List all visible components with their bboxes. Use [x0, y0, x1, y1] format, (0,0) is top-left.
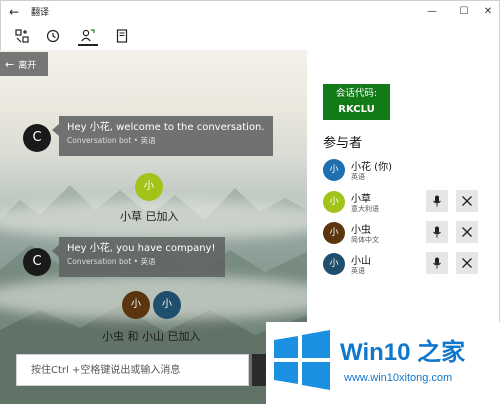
- close-icon: [462, 196, 472, 206]
- participant-row: 小 小草 意大利语: [307, 188, 500, 218]
- participant-language: 英语: [351, 267, 365, 275]
- participant-name: 小山: [351, 256, 371, 267]
- microphone-icon: [433, 195, 441, 207]
- participant-avatar: 小: [323, 222, 345, 244]
- watermark: Win10 之家 www.win10xitong.com: [266, 322, 500, 404]
- participant-language: 意大利语: [351, 205, 379, 213]
- message-sender: Conversation bot • 英语: [67, 136, 156, 145]
- participant-name: 小花 (你): [351, 162, 392, 173]
- close-icon: [462, 258, 472, 268]
- translate-icon[interactable]: [12, 26, 32, 46]
- mute-microphone-button[interactable]: [426, 252, 448, 274]
- conversation-code-label: 会话代码:: [335, 88, 378, 99]
- leave-button[interactable]: ← 离开: [0, 52, 48, 76]
- conversation-icon[interactable]: [78, 26, 98, 46]
- participant-avatar: 小: [122, 291, 150, 319]
- remove-participant-button[interactable]: [456, 252, 478, 274]
- participant-name: 小虫: [351, 225, 371, 236]
- mute-microphone-button[interactable]: [426, 190, 448, 212]
- maximize-icon[interactable]: ☐: [453, 3, 475, 21]
- message-text: Hey 小花, you have company!: [67, 243, 216, 254]
- phrasebook-icon[interactable]: [112, 26, 132, 46]
- conversation-code: 会话代码: RKCLU: [323, 84, 390, 120]
- watermark-brand: Win10 之家: [340, 339, 466, 366]
- watermark-url: www.win10xitong.com: [344, 372, 453, 384]
- windows-logo-icon: [274, 330, 330, 390]
- join-notice: 小草 已加入: [120, 210, 179, 223]
- bot-avatar: C: [23, 124, 51, 152]
- chat-message: Hey 小花, you have company! Conversation b…: [52, 237, 225, 277]
- participant-avatar: 小: [323, 159, 345, 181]
- message-text: Hey 小花, welcome to the conversation.: [67, 122, 265, 133]
- microphone-icon: [433, 257, 441, 269]
- back-icon[interactable]: ←: [5, 3, 23, 21]
- message-input-box: [16, 354, 249, 386]
- participant-avatar: 小: [135, 173, 163, 201]
- close-icon[interactable]: ✕: [477, 3, 499, 21]
- title-bar: ← 翻译 — ☐ ✕: [0, 0, 500, 22]
- join-notice: 小虫 和 小山 已加入: [102, 330, 201, 343]
- participant-avatar: 小: [323, 191, 345, 213]
- participant-language: 英语: [351, 173, 365, 181]
- remove-participant-button[interactable]: [456, 190, 478, 212]
- participants-heading: 参与者: [323, 136, 363, 151]
- mute-microphone-button[interactable]: [426, 221, 448, 243]
- app-toolbar: [0, 22, 500, 50]
- participant-name: 小草: [351, 194, 371, 205]
- fog-layer: [0, 275, 307, 320]
- minimize-icon[interactable]: —: [421, 3, 443, 21]
- participant-row: 小 小花 (你) 英语: [307, 156, 500, 186]
- participant-row: 小 小山 英语: [307, 250, 500, 280]
- conversation-code-value: RKCLU: [338, 104, 375, 115]
- remove-participant-button[interactable]: [456, 221, 478, 243]
- arrow-left-icon: ←: [5, 57, 15, 71]
- chat-message: Hey 小花, welcome to the conversation. Con…: [52, 116, 273, 156]
- close-icon: [462, 227, 472, 237]
- participant-avatar: 小: [153, 291, 181, 319]
- window-title: 翻译: [31, 8, 50, 18]
- conversation-area: ← 离开 C Hey 小花, welcome to the conversati…: [0, 50, 307, 404]
- participant-row: 小 小虫 简体中文: [307, 219, 500, 249]
- message-sender: Conversation bot • 英语: [67, 257, 156, 266]
- participant-language: 简体中文: [351, 236, 379, 244]
- participant-avatar: 小: [323, 253, 345, 275]
- leave-label: 离开: [18, 60, 37, 71]
- microphone-icon: [433, 226, 441, 238]
- message-input[interactable]: [17, 355, 248, 385]
- bot-avatar: C: [23, 248, 51, 276]
- history-icon[interactable]: [43, 26, 63, 46]
